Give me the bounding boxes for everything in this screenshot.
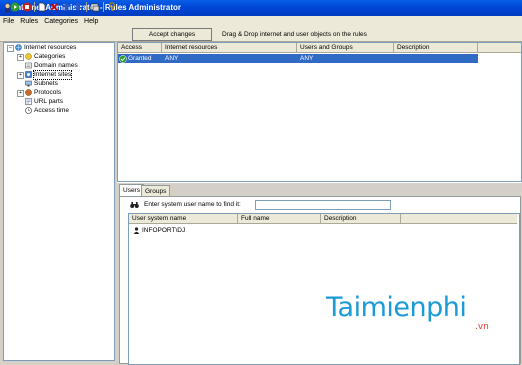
column-header-filler: [401, 214, 517, 224]
collapse-toggle[interactable]: −: [7, 45, 14, 52]
tree-item-categories[interactable]: Categories: [34, 53, 65, 61]
tree-root-internet-resources[interactable]: Internet resources: [24, 44, 76, 52]
rule-resources: ANY: [165, 55, 179, 62]
accept-changes-button[interactable]: Accept changes: [132, 28, 212, 41]
find-user-input[interactable]: [255, 200, 391, 210]
expand-toggle[interactable]: +: [17, 54, 24, 61]
user-icon: [133, 227, 140, 234]
internet-sites-icon: [25, 71, 32, 78]
find-user-label: Enter system user name to find it:: [144, 201, 241, 208]
tree-item-access-time[interactable]: Access time: [34, 107, 69, 115]
watermark-domain: .vn: [475, 322, 489, 332]
tree-item-subnets[interactable]: Subnets: [34, 80, 58, 88]
users-groups-panel: Users Groups Enter system user name to f…: [117, 182, 522, 365]
menu-file[interactable]: File: [0, 16, 17, 28]
tree-item-url-parts[interactable]: URL parts: [34, 98, 63, 106]
column-header-full-name[interactable]: Full name: [238, 214, 321, 224]
column-header-filler: [478, 43, 521, 53]
binoculars-icon: [130, 202, 139, 208]
drag-drop-hint: Drag & Drop internet and user objects on…: [222, 31, 367, 38]
user-system-name: INFOPORT\DJ: [142, 227, 186, 234]
categories-icon: [25, 53, 32, 60]
start-icon[interactable]: [10, 2, 20, 12]
column-header-users-groups[interactable]: Users and Groups: [297, 43, 394, 53]
column-header-user-system-name[interactable]: User system name: [129, 214, 238, 224]
users-list[interactable]: User system name Full name Description I…: [128, 213, 520, 365]
column-header-internet-resources[interactable]: Internet resources: [162, 43, 297, 53]
menu-help[interactable]: Help: [81, 16, 101, 28]
resource-tree[interactable]: − Internet resources + Categories Domain…: [3, 42, 115, 361]
watermark-logo: Taimienphi: [326, 292, 467, 323]
tree-item-protocols[interactable]: Protocols: [34, 89, 61, 97]
properties-icon[interactable]: [90, 2, 100, 12]
menu-categories[interactable]: Categories: [41, 16, 81, 28]
rule-row[interactable]: Granted ANY ANY: [118, 54, 478, 63]
tree-item-internet-sites[interactable]: Internet sites: [32, 70, 73, 80]
rule-users: ANY: [300, 55, 314, 62]
rule-access: Granted: [128, 55, 152, 62]
subnets-icon: [25, 80, 32, 87]
rules-table[interactable]: Access Internet resources Users and Grou…: [117, 42, 522, 182]
column-header-user-description[interactable]: Description: [321, 214, 401, 224]
move-up-icon[interactable]: [61, 2, 71, 12]
expand-toggle[interactable]: +: [17, 90, 24, 97]
menu-bar: File Rules Categories Help: [0, 16, 522, 28]
expand-toggle[interactable]: +: [17, 72, 24, 79]
granted-icon: [119, 55, 127, 63]
clock-icon: [25, 107, 32, 114]
tree-item-domain-names[interactable]: Domain names: [34, 62, 78, 70]
column-header-description[interactable]: Description: [394, 43, 478, 53]
delete-icon[interactable]: [49, 2, 59, 12]
toolbar-separator: [34, 2, 35, 12]
toolbar-separator: [103, 2, 104, 12]
globe-icon: [15, 44, 22, 51]
url-parts-icon: [25, 98, 32, 105]
column-header-access[interactable]: Access: [118, 43, 162, 53]
tab-groups[interactable]: Groups: [141, 185, 171, 196]
protocols-icon: [25, 89, 32, 96]
stop-icon[interactable]: [22, 2, 32, 12]
toolbar-separator: [86, 2, 87, 12]
menu-rules[interactable]: Rules: [17, 16, 41, 28]
key-icon[interactable]: [107, 2, 117, 12]
users-tab-content: Enter system user name to find it: User …: [119, 196, 521, 365]
new-icon[interactable]: [37, 2, 47, 12]
move-down-icon[interactable]: [73, 2, 83, 12]
domain-icon: [25, 62, 32, 69]
